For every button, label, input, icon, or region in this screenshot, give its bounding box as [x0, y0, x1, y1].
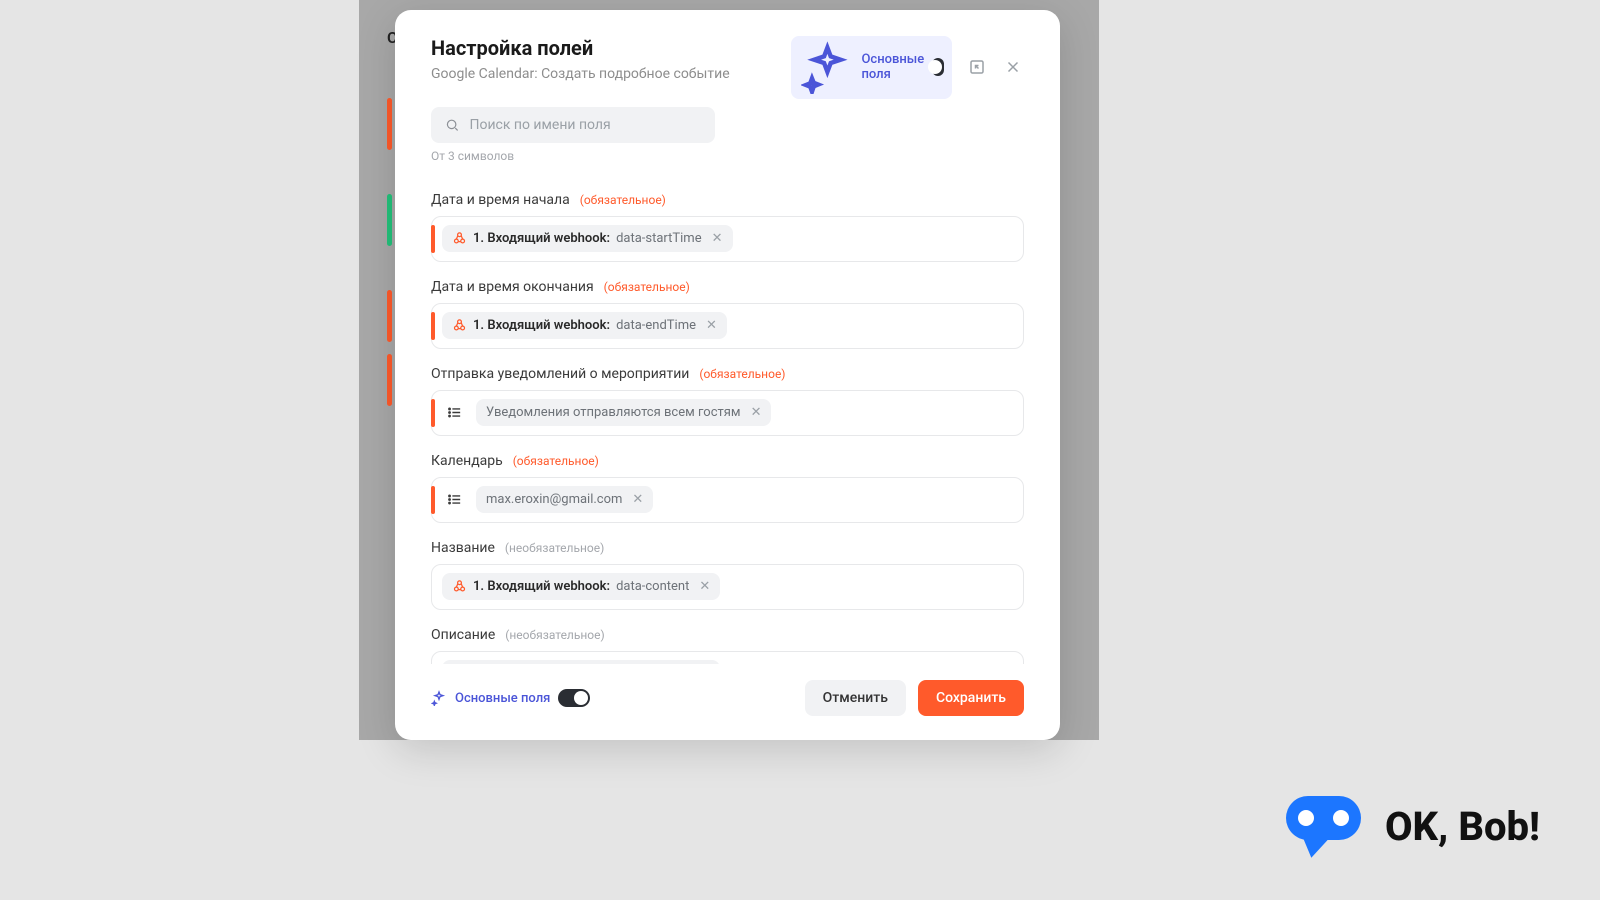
chip-source: 1. Входящий webhook:	[473, 318, 610, 333]
chip-value: data-startTime	[616, 231, 702, 246]
chip-remove-icon[interactable]: ✕	[632, 492, 643, 507]
brand-text: OK, Bob!	[1385, 803, 1540, 850]
chip-source: 1. Входящий webhook:	[473, 579, 610, 594]
field-label-start: Дата и время начала	[431, 192, 570, 208]
field-calendar[interactable]: max.eroxin@gmail.com ✕	[431, 477, 1024, 523]
chip-value: data-endTime	[616, 318, 696, 333]
cancel-button[interactable]: Отменить	[805, 680, 906, 716]
chip-webhook[interactable]: 1. Входящий webhook: data-content ✕	[442, 573, 720, 600]
field-start[interactable]: 1. Входящий webhook: data-startTime ✕	[431, 216, 1024, 262]
chip-webhook[interactable]: 1. Входящий webhook: data-startTime ✕	[442, 225, 733, 252]
chip-text: max.eroxin@gmail.com	[486, 492, 622, 507]
required-tag: (обязательное)	[699, 367, 785, 381]
field-desc[interactable]: 1. Входящий webhook: data-content ✕	[431, 651, 1024, 664]
expand-icon[interactable]	[966, 56, 988, 78]
basic-fields-toggle-footer[interactable]	[558, 689, 590, 707]
basic-fields-label: Основные поля	[861, 52, 924, 82]
chip-remove-icon[interactable]: ✕	[699, 579, 710, 594]
brand-logo-icon	[1286, 796, 1361, 856]
sparkle-icon	[801, 41, 854, 94]
field-settings-modal: Настройка полей Google Calendar: Создать…	[395, 10, 1060, 740]
chip-value[interactable]: Уведомления отправляются всем гостям ✕	[476, 399, 771, 426]
field-notify[interactable]: Уведомления отправляются всем гостям ✕	[431, 390, 1024, 436]
search-input[interactable]	[469, 117, 701, 133]
field-name[interactable]: 1. Входящий webhook: data-content ✕	[431, 564, 1024, 610]
chip-remove-icon[interactable]: ✕	[751, 405, 762, 420]
modal-title: Настройка полей	[431, 36, 730, 60]
modal-subtitle: Google Calendar: Создать подробное событ…	[431, 66, 730, 82]
basic-fields-label: Основные поля	[455, 691, 550, 706]
basic-fields-toggle[interactable]	[932, 58, 944, 76]
chip-webhook[interactable]: 1. Входящий webhook: data-content ✕	[442, 660, 720, 664]
chip-remove-icon[interactable]: ✕	[712, 231, 723, 246]
list-icon[interactable]	[442, 401, 466, 425]
sparkle-icon	[431, 690, 447, 706]
field-label-calendar: Календарь	[431, 453, 503, 469]
basic-fields-footer[interactable]: Основные поля	[431, 684, 590, 712]
field-label-name: Название	[431, 540, 495, 556]
webhook-icon	[452, 579, 467, 594]
basic-fields-pill[interactable]: Основные поля	[791, 36, 952, 99]
list-icon[interactable]	[442, 488, 466, 512]
search-hint: От 3 символов	[431, 149, 1024, 163]
field-label-desc: Описание	[431, 627, 495, 643]
field-label-notify: Отправка уведомлений о мероприятии	[431, 366, 689, 382]
chip-text: Уведомления отправляются всем гостям	[486, 405, 741, 420]
optional-tag: (необязательное)	[505, 628, 604, 642]
chip-remove-icon[interactable]: ✕	[706, 318, 717, 333]
webhook-icon	[452, 231, 467, 246]
chip-value: data-content	[616, 579, 689, 594]
webhook-icon	[452, 318, 467, 333]
close-icon[interactable]	[1002, 56, 1024, 78]
field-search[interactable]	[431, 107, 715, 143]
required-tag: (обязательное)	[513, 454, 599, 468]
chip-value[interactable]: max.eroxin@gmail.com ✕	[476, 486, 653, 513]
optional-tag: (необязательное)	[505, 541, 604, 555]
required-tag: (обязательное)	[580, 193, 666, 207]
field-label-end: Дата и время окончания	[431, 279, 594, 295]
brand-ok-bob: OK, Bob!	[1286, 796, 1540, 856]
required-tag: (обязательное)	[604, 280, 690, 294]
search-icon	[445, 117, 459, 133]
chip-source: 1. Входящий webhook:	[473, 231, 610, 246]
field-end[interactable]: 1. Входящий webhook: data-endTime ✕	[431, 303, 1024, 349]
chip-webhook[interactable]: 1. Входящий webhook: data-endTime ✕	[442, 312, 727, 339]
save-button[interactable]: Сохранить	[918, 680, 1024, 716]
